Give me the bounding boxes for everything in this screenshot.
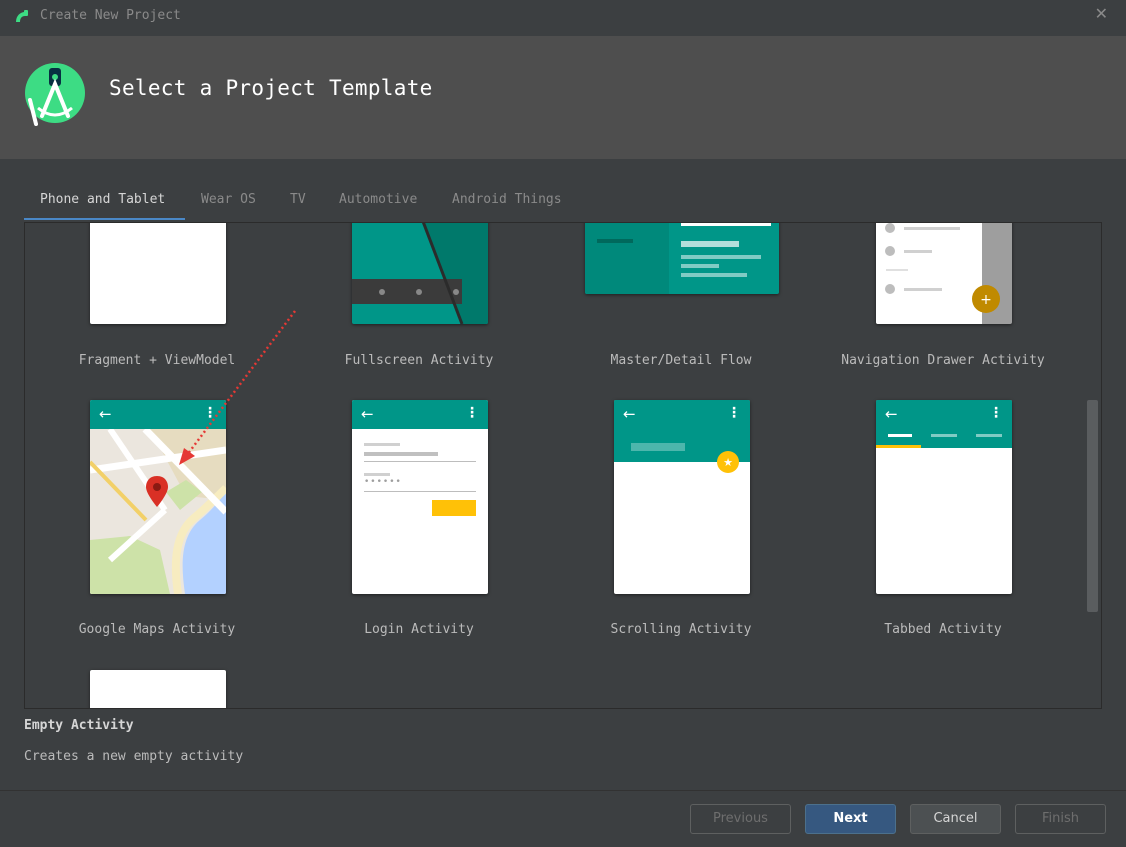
cancel-button[interactable]: Cancel <box>910 804 1001 834</box>
tab-placeholder <box>888 434 912 437</box>
template-preview: ← ⋮ <box>90 400 226 594</box>
finish-button[interactable]: Finish <box>1015 804 1106 834</box>
app-bar: ← ⋮ <box>876 400 1012 429</box>
back-arrow-icon: ← <box>99 405 112 423</box>
map-preview-graphic <box>90 426 226 594</box>
app-bar: ← ⋮ <box>614 400 750 429</box>
overflow-menu-icon: ⋮ <box>465 405 479 421</box>
overflow-menu-icon: ⋮ <box>203 405 217 421</box>
android-studio-logo-icon <box>25 63 85 126</box>
gallery-scrollbar-thumb[interactable] <box>1087 400 1098 612</box>
template-preview <box>90 670 226 708</box>
footer-divider <box>0 790 1126 791</box>
overflow-menu-icon: ⋮ <box>727 405 741 421</box>
template-preview: ← ⋮ •••••• <box>352 400 488 594</box>
tab-placeholder <box>931 434 957 437</box>
template-label: Master/Detail Flow <box>610 353 752 368</box>
template-preview <box>352 223 488 324</box>
template-preview: + <box>876 223 1012 324</box>
template-label: Tabbed Activity <box>884 622 1002 637</box>
dialog-header: Select a Project Template <box>0 36 1126 159</box>
app-bar: ← ⋮ <box>352 400 488 429</box>
tab-phone-and-tablet[interactable]: Phone and Tablet <box>40 186 165 220</box>
back-arrow-icon: ← <box>885 405 898 423</box>
back-arrow-icon: ← <box>361 405 374 423</box>
next-button[interactable]: Next <box>805 804 896 834</box>
tab-automotive[interactable]: Automotive <box>339 186 417 220</box>
template-label: Fullscreen Activity <box>344 353 494 368</box>
template-gallery: Fragment + ViewModel Fullscreen Activity <box>24 222 1102 709</box>
active-tab-indicator <box>24 218 185 220</box>
selected-template-name: Empty Activity <box>24 718 134 733</box>
template-preview: ← ⋮ ★ <box>614 400 750 594</box>
toolbar-title-placeholder <box>631 443 685 451</box>
template-label: Fragment + ViewModel <box>78 353 236 368</box>
tab-wear-os[interactable]: Wear OS <box>201 186 256 220</box>
selected-template-description: Creates a new empty activity <box>24 749 244 764</box>
tab-tv[interactable]: TV <box>290 186 306 220</box>
close-icon[interactable]: ✕ <box>1095 4 1108 23</box>
page-title: Select a Project Template <box>109 76 433 100</box>
password-mask: •••••• <box>364 477 402 487</box>
svg-text:★: ★ <box>723 456 733 469</box>
overflow-menu-icon: ⋮ <box>989 405 1003 421</box>
login-form-graphic <box>364 443 476 516</box>
fullscreen-preview-graphic <box>352 223 488 324</box>
template-label: Google Maps Activity <box>78 622 236 637</box>
android-studio-small-icon <box>16 10 28 22</box>
template-label: Scrolling Activity <box>610 622 752 637</box>
title-bar: Create New Project ✕ <box>0 0 1126 36</box>
app-bar: ← ⋮ <box>90 400 226 429</box>
tab-indicator <box>876 445 921 448</box>
template-preview <box>90 223 226 324</box>
template-preview <box>585 223 779 294</box>
template-label: Navigation Drawer Activity <box>841 353 1045 368</box>
template-label: Login Activity <box>364 622 474 637</box>
previous-button[interactable]: Previous <box>690 804 791 834</box>
tab-android-things[interactable]: Android Things <box>452 186 562 220</box>
template-preview: ← ⋮ <box>876 400 1012 594</box>
navigation-drawer-preview-graphic: + <box>876 223 1000 324</box>
master-detail-preview-graphic <box>585 223 771 294</box>
back-arrow-icon: ← <box>623 405 636 423</box>
svg-text:+: + <box>980 292 992 308</box>
star-fab-icon: ★ <box>717 451 739 473</box>
tab-placeholder <box>976 434 1002 437</box>
window-title: Create New Project <box>40 8 181 23</box>
